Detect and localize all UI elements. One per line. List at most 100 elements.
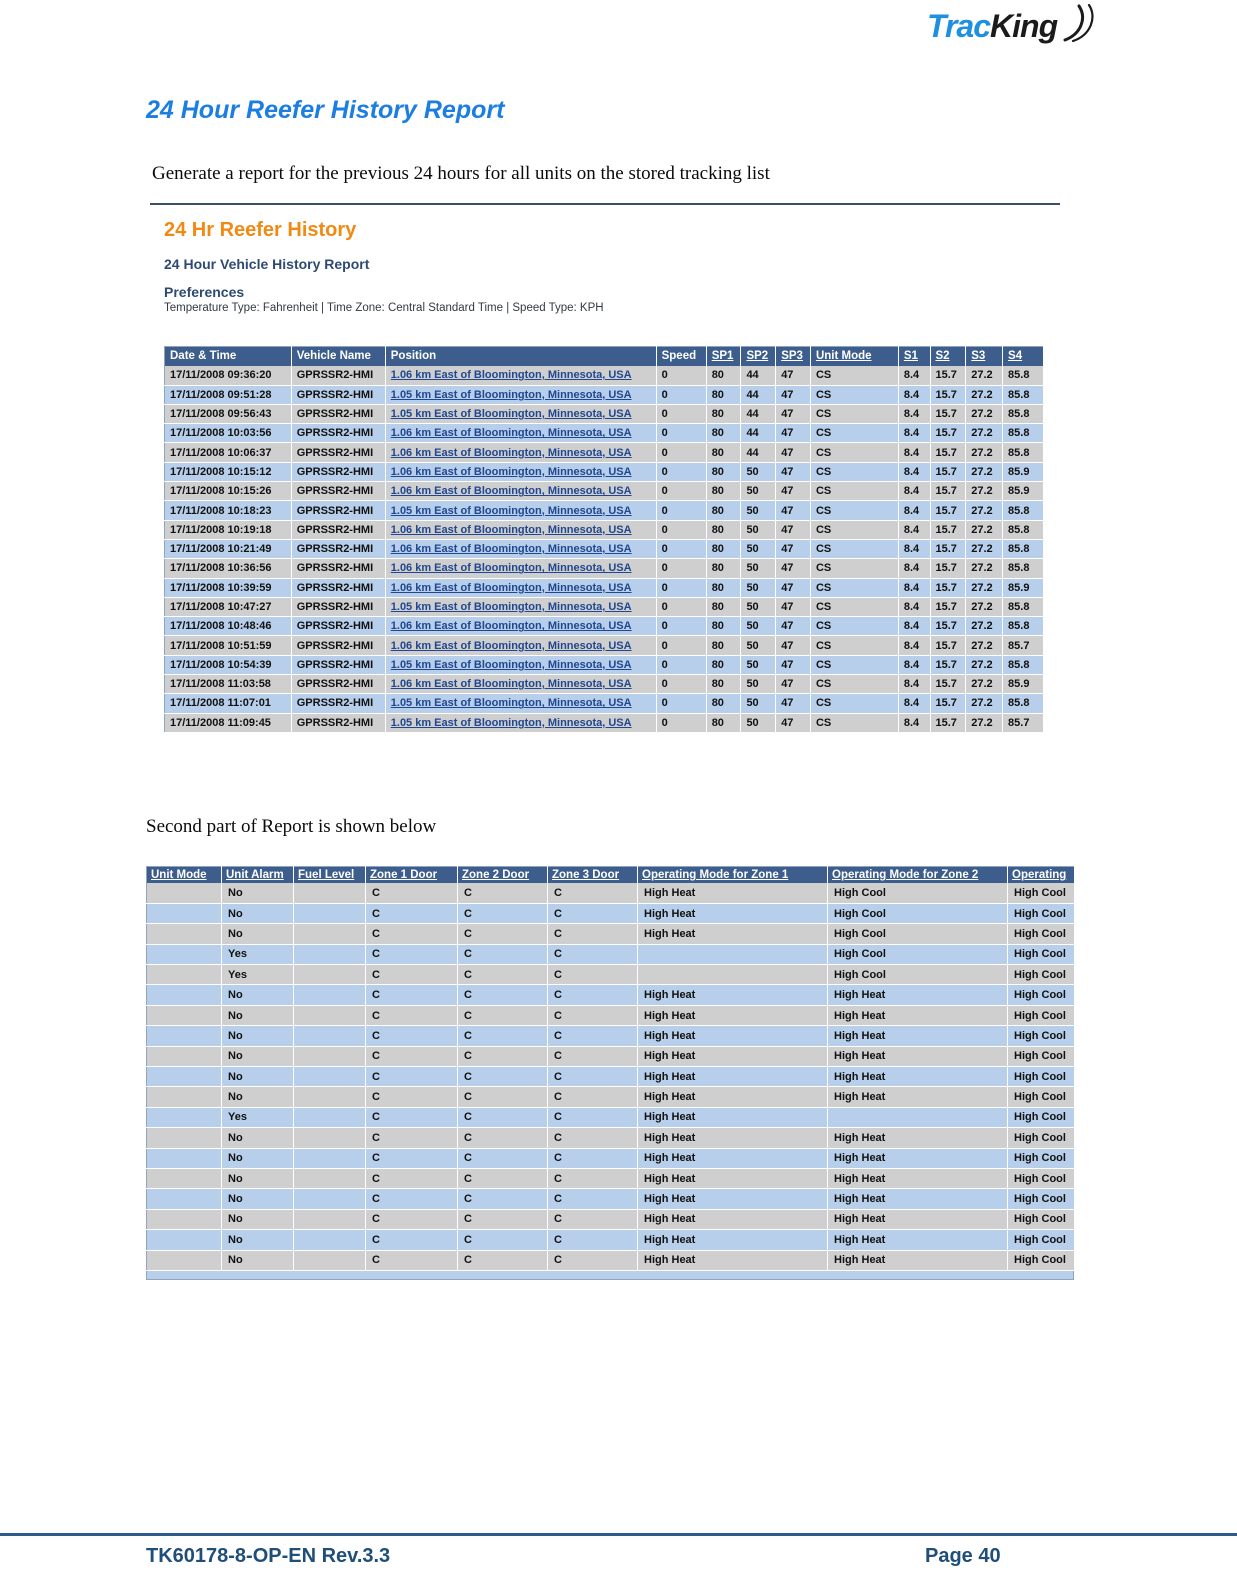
column-header-operating[interactable]: Operating xyxy=(1007,866,1075,883)
table-cell: CS xyxy=(810,520,899,540)
table-cell: 50 xyxy=(740,655,777,676)
table-cell: GPRSSR2-HMI xyxy=(291,693,386,714)
column-header-unit-mode[interactable]: Unit Mode xyxy=(810,346,899,366)
table-cell: CS xyxy=(810,539,899,560)
column-header-vehicle-name[interactable]: Vehicle Name xyxy=(291,346,386,366)
table-cell: 0 xyxy=(656,442,707,463)
column-header-zone-1-door[interactable]: Zone 1 Door xyxy=(365,866,458,883)
column-header-s1[interactable]: S1 xyxy=(898,346,931,366)
position-link[interactable]: 1.05 km East of Bloomington, Minnesota, … xyxy=(391,697,632,709)
column-header-label: Operating Mode for Zone 1 xyxy=(642,869,789,881)
position-link[interactable]: 1.06 km East of Bloomington, Minnesota, … xyxy=(391,640,632,652)
table-cell xyxy=(827,1107,1008,1129)
table-cell: 8.4 xyxy=(898,578,931,598)
position-link[interactable]: 1.06 km East of Bloomington, Minnesota, … xyxy=(391,582,632,594)
table-cell xyxy=(146,923,222,945)
table-row: 17/11/2008 09:36:20 GPRSSR2-HMI 1.06 km Ea… xyxy=(164,365,1044,386)
table-row: No C C C High Heat High Heat High Cool xyxy=(146,1066,1075,1088)
column-header-position[interactable]: Position xyxy=(385,346,657,366)
position-link[interactable]: 1.06 km East of Bloomington, Minnesota, … xyxy=(391,485,632,497)
column-header-zone-3-door[interactable]: Zone 3 Door xyxy=(547,866,638,883)
table-cell: 17/11/2008 10:19:18 xyxy=(164,520,292,540)
table-cell xyxy=(293,923,366,945)
table-cell: 17/11/2008 10:51:59 xyxy=(164,635,292,656)
column-header-speed[interactable]: Speed xyxy=(656,346,707,366)
table-cell: 85.8 xyxy=(1002,423,1044,444)
table-cell: 0 xyxy=(656,616,707,637)
table-cell: 17/11/2008 11:09:45 xyxy=(164,713,292,733)
position-link[interactable]: 1.06 km East of Bloomington, Minnesota, … xyxy=(391,562,632,574)
position-link[interactable]: 1.06 km East of Bloomington, Minnesota, … xyxy=(391,620,632,632)
table-cell: 1.05 km East of Bloomington, Minnesota, … xyxy=(385,713,657,733)
table-cell: High Heat xyxy=(827,1046,1008,1068)
logo-text-part2: K xyxy=(990,8,1013,44)
table-cell: CS xyxy=(810,635,899,656)
column-header-s3[interactable]: S3 xyxy=(965,346,1004,366)
column-header-unit-alarm[interactable]: Unit Alarm xyxy=(221,866,294,883)
table-cell: No xyxy=(221,984,294,1006)
column-header-sp1[interactable]: SP1 xyxy=(706,346,742,366)
column-header-zone-2-door[interactable]: Zone 2 Door xyxy=(457,866,548,883)
column-header-fuel-level[interactable]: Fuel Level xyxy=(293,866,366,883)
table-cell: C xyxy=(365,903,458,925)
position-link[interactable]: 1.05 km East of Bloomington, Minnesota, … xyxy=(391,601,632,613)
position-link[interactable]: 1.05 km East of Bloomington, Minnesota, … xyxy=(391,389,632,401)
column-header-operating-mode-for-zone-2[interactable]: Operating Mode for Zone 2 xyxy=(827,866,1008,883)
table-row: No C C C High Heat High Heat High Cool xyxy=(146,1148,1075,1169)
table-row: 17/11/2008 10:48:46 GPRSSR2-HMI 1.06 km Ea… xyxy=(164,616,1044,637)
table-cell: 8.4 xyxy=(898,674,931,695)
position-link[interactable]: 1.06 km East of Bloomington, Minnesota, … xyxy=(391,543,632,555)
table-cell: 47 xyxy=(775,539,811,560)
position-link[interactable]: 1.06 km East of Bloomington, Minnesota, … xyxy=(391,369,632,381)
table-cell: 80 xyxy=(706,423,742,444)
table-cell: GPRSSR2-HMI xyxy=(291,365,386,386)
column-header-s4[interactable]: S4 xyxy=(1002,346,1044,366)
table-cell: 47 xyxy=(775,385,811,405)
column-header-date-time[interactable]: Date & Time xyxy=(164,346,292,366)
position-link[interactable]: 1.05 km East of Bloomington, Minnesota, … xyxy=(391,408,632,420)
column-header-operating-mode-for-zone-1[interactable]: Operating Mode for Zone 1 xyxy=(637,866,828,883)
table-cell: No xyxy=(221,883,294,904)
table-cell: C xyxy=(457,1086,548,1108)
table-cell: High Cool xyxy=(1007,964,1075,986)
table-cell: 8.4 xyxy=(898,423,931,444)
column-header-label: Speed xyxy=(661,350,697,363)
table-cell: 80 xyxy=(706,500,742,521)
table-cell: 27.2 xyxy=(965,597,1004,618)
table-cell: 47 xyxy=(775,404,811,425)
table-cell: GPRSSR2-HMI xyxy=(291,635,386,656)
logo-wordmark: TracKing xyxy=(927,8,1058,45)
table-cell: GPRSSR2-HMI xyxy=(291,442,386,463)
column-header-unit-mode[interactable]: Unit Mode xyxy=(146,866,222,883)
position-link[interactable]: 1.05 km East of Bloomington, Minnesota, … xyxy=(391,659,632,671)
table-cell: High Heat xyxy=(637,1209,828,1231)
table-cell: CS xyxy=(810,481,899,502)
column-header-sp3[interactable]: SP3 xyxy=(775,346,811,366)
table-cell: 50 xyxy=(740,597,777,618)
table-cell: 85.9 xyxy=(1002,578,1044,598)
table-row: No C C C High Heat High Heat High Cool xyxy=(146,1209,1075,1231)
table-cell: 80 xyxy=(706,539,742,560)
table-cell xyxy=(293,1005,366,1027)
table-cell: 47 xyxy=(775,578,811,598)
table-cell: 15.7 xyxy=(930,635,967,656)
table-cell: 50 xyxy=(740,481,777,502)
table-cell: High Heat xyxy=(637,923,828,945)
table-cell: 15.7 xyxy=(930,442,967,463)
position-link[interactable]: 1.05 km East of Bloomington, Minnesota, … xyxy=(391,717,632,729)
position-link[interactable]: 1.06 km East of Bloomington, Minnesota, … xyxy=(391,466,632,478)
column-header-s2[interactable]: S2 xyxy=(930,346,967,366)
table-cell: 50 xyxy=(740,616,777,637)
position-link[interactable]: 1.06 km East of Bloomington, Minnesota, … xyxy=(391,447,632,459)
column-header-sp2[interactable]: SP2 xyxy=(740,346,777,366)
table-cell: GPRSSR2-HMI xyxy=(291,597,386,618)
table-cell: CS xyxy=(810,597,899,618)
table-cell: 50 xyxy=(740,462,777,483)
table-cell: 17/11/2008 09:51:28 xyxy=(164,385,292,405)
position-link[interactable]: 1.06 km East of Bloomington, Minnesota, … xyxy=(391,678,632,690)
position-link[interactable]: 1.05 km East of Bloomington, Minnesota, … xyxy=(391,505,632,517)
page-title: 24 Hour Reefer History Report xyxy=(146,96,505,124)
position-link[interactable]: 1.06 km East of Bloomington, Minnesota, … xyxy=(391,427,632,439)
table-cell: No xyxy=(221,1025,294,1047)
position-link[interactable]: 1.06 km East of Bloomington, Minnesota, … xyxy=(391,524,632,536)
